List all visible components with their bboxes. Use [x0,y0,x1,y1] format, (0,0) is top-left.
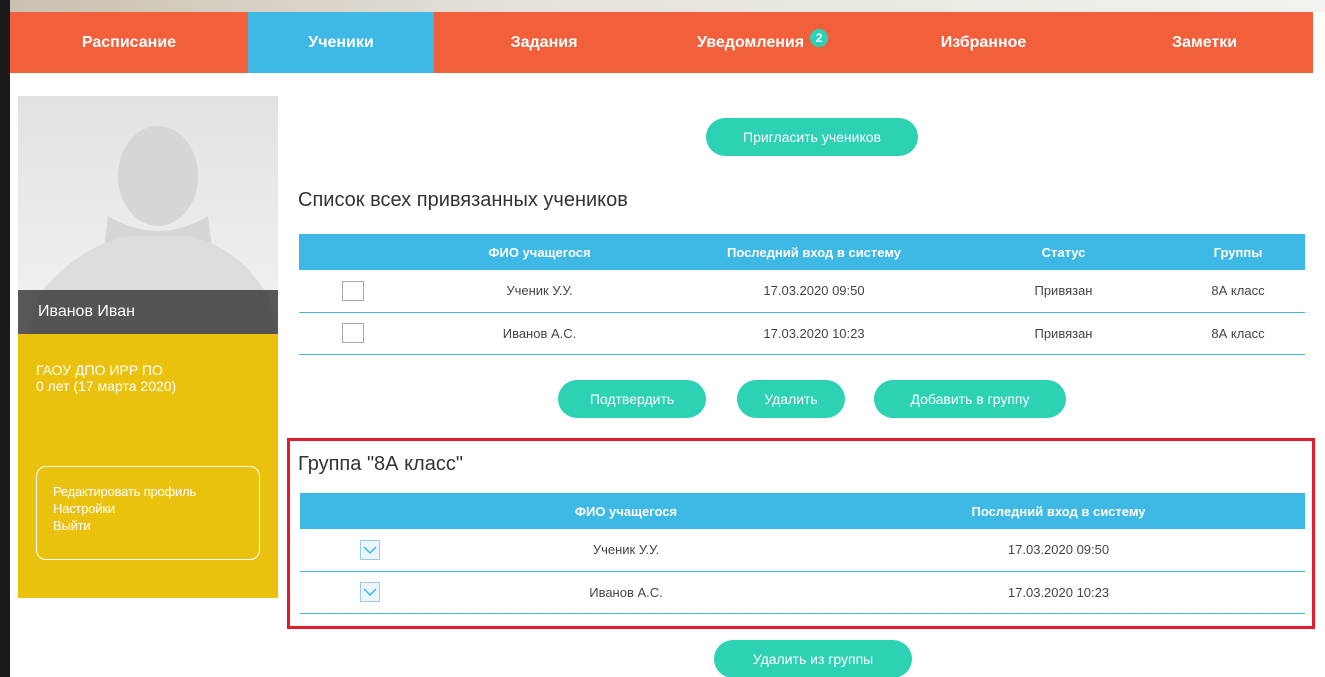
student-name: Иванов А.С. [407,312,672,355]
profile-menu: Редактировать профиль Настройки Выйти [36,466,260,560]
tab-notifications-label: Уведомления [696,33,805,51]
tab-favorites[interactable]: Избранное [871,12,1096,73]
highlight-frame [287,438,1315,629]
edit-profile-link[interactable]: Редактировать профиль [53,483,259,500]
window-left-edge [0,0,10,677]
settings-link[interactable]: Настройки [53,500,259,517]
last-login-column-header: Последний вход в систему [672,234,956,270]
group-name: 8А класс [1171,312,1305,355]
all-students-table: ФИО учащегося Последний вход в систему С… [299,234,1305,355]
confirm-button[interactable]: Подтвердить [558,380,706,418]
tab-notifications[interactable]: Уведомления 2 [654,12,871,73]
table-header-row: ФИО учащегося Последний вход в систему С… [299,234,1305,270]
name-column-header: ФИО учащегося [407,234,672,270]
status-column-header: Статус [956,234,1171,270]
last-login: 17.03.2020 10:23 [672,312,956,355]
group-name: 8А класс [1171,270,1305,313]
tab-schedule-label: Расписание [81,33,177,51]
tab-tasks-label: Задания [510,33,578,51]
profile-info: ГАОУ ДПО ИРР ПО 0 лет (17 марта 2020) Ре… [18,334,278,598]
student-name: Ученик У.У. [407,270,672,313]
row-checkbox[interactable] [342,323,364,343]
tab-notes[interactable]: Заметки [1096,12,1313,73]
last-login: 17.03.2020 09:50 [672,270,956,313]
table-row: Иванов А.С. 17.03.2020 10:23 Привязан 8А… [299,312,1305,355]
row-checkbox[interactable] [342,280,364,301]
tab-notes-label: Заметки [1171,33,1238,51]
delete-button[interactable]: Удалить [737,380,845,418]
window-top-edge [0,0,1325,12]
avatar: Иванов Иван [18,96,278,334]
tab-tasks[interactable]: Задания [434,12,654,73]
tab-favorites-label: Избранное [940,33,1027,51]
organization-info: ГАОУ ДПО ИРР ПО 0 лет (17 марта 2020) [36,362,176,394]
table-row: Ученик У.У. 17.03.2020 09:50 Привязан 8А… [299,270,1305,313]
invite-students-button[interactable]: Пригласить учеников [706,118,918,156]
profile-sidebar: Иванов Иван ГАОУ ДПО ИРР ПО 0 лет (17 ма… [18,96,278,598]
logout-link[interactable]: Выйти [53,517,259,534]
status: Привязан [956,312,1171,355]
tab-schedule[interactable]: Расписание [10,12,248,73]
select-column-header [299,234,407,270]
experience-text: 0 лет (17 марта 2020) [36,378,177,394]
remove-from-group-button[interactable]: Удалить из группы [714,640,912,677]
all-students-title: Список всех привязанных учеников [298,189,628,211]
user-name: Иванов Иван [18,290,278,334]
groups-column-header: Группы [1171,234,1305,270]
top-navigation: Расписание Ученики Задания Уведомления 2… [10,12,1313,73]
add-to-group-button[interactable]: Добавить в группу [874,380,1066,418]
notifications-count-badge: 2 [810,28,829,47]
tab-students[interactable]: Ученики [248,12,434,73]
organization-name: ГАОУ ДПО ИРР ПО [36,362,163,378]
status: Привязан [956,270,1171,313]
tab-students-label: Ученики [308,33,374,51]
